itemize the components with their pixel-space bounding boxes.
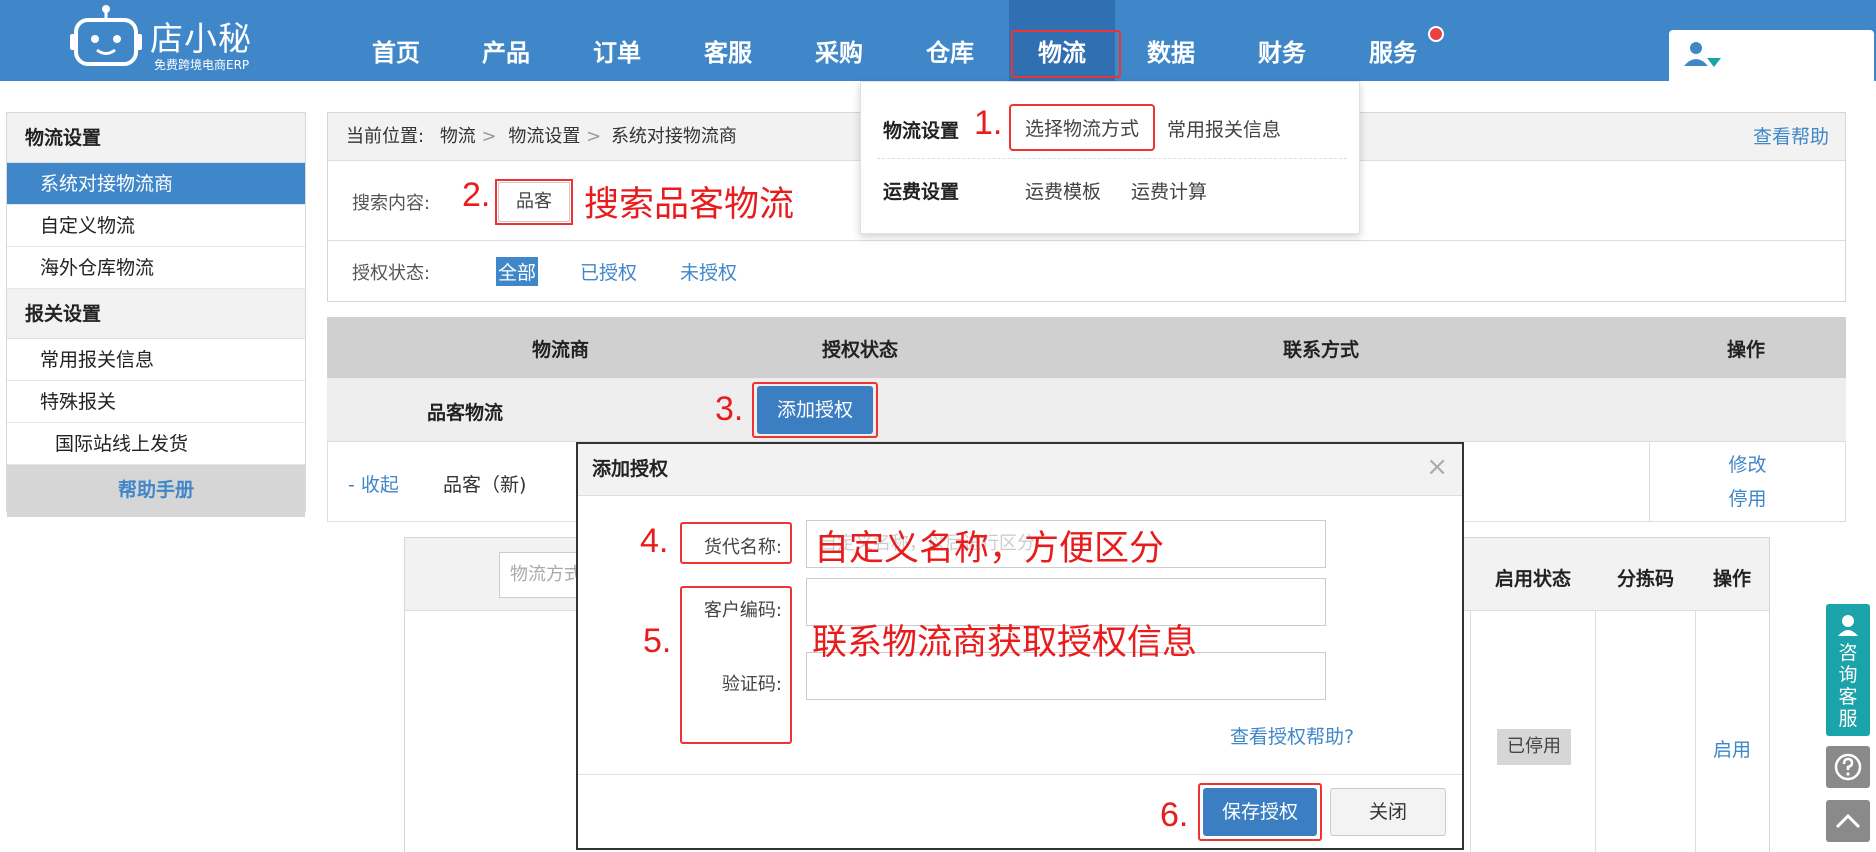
name-annotation: 自定义名称，方便区分 [814,529,1165,568]
nav-logistics[interactable]: 物流 [1009,0,1121,81]
consult-char: 客 [1838,686,1858,708]
sidebar-item-overseas-warehouse[interactable]: 海外仓库物流 [7,247,305,289]
sidebar-item-intl-online[interactable]: 国际站线上发货 [7,423,305,465]
consult-service-button[interactable]: 咨 询 客 服 [1826,604,1870,736]
nav-customer-service[interactable]: 客服 [683,0,773,81]
col-sort-code: 分拣码 [1617,568,1675,590]
carrier-item-name: 品客（新) [443,474,527,496]
dropdown-freight-calc[interactable]: 运费计算 [1131,177,1207,204]
dropdown-divider [877,158,1347,159]
filter-authorized[interactable]: 已授权 [578,257,639,286]
divider [1470,611,1471,852]
brand-logo[interactable]: 店小秘 免费跨境电商ERP [70,4,270,76]
verification-code-label: 验证码: [721,674,782,695]
nav-orders[interactable]: 订单 [572,0,662,81]
step-5-label: 5. [643,622,672,660]
auth-help-link[interactable]: 查看授权帮助? [1230,722,1354,749]
user-icon [1684,42,1721,67]
logistics-dropdown-menu: 物流设置 选择物流方式 常用报关信息 运费设置 运费模板 运费计算 [860,81,1360,234]
dropdown-select-method[interactable]: 选择物流方式 [1008,104,1156,151]
customer-code-label: 客户编码: [703,600,782,621]
sidebar-item-system-carriers[interactable]: 系统对接物流商 [7,163,305,205]
breadcrumb-separator: > [586,126,602,147]
step-4-label: 4. [640,522,669,560]
top-navigation-bar: 店小秘 免费跨境电商ERP 首页 产品 订单 客服 采购 仓库 物流 数据 财务… [0,0,1876,81]
row-actions: 修改 停用 [1649,442,1845,521]
sidebar-section-logistics: 物流设置 [7,113,305,163]
auth-filter-label: 授权状态: [352,263,431,284]
enable-link[interactable]: 启用 [1713,735,1751,762]
step-2-label: 2. [462,176,491,214]
modal-footer: 保存授权 关闭 [578,774,1462,850]
nav-data[interactable]: 数据 [1126,0,1216,81]
dropdown-group-freight: 运费设置 [883,181,960,203]
sidebar-item-custom-logistics[interactable]: 自定义物流 [7,205,305,247]
search-annotation: 搜索品客物流 [584,185,795,224]
col-enable-status: 启用状态 [1495,568,1572,590]
table-header: 物流商 授权状态 联系方式 操作 [327,317,1846,378]
dropdown-customs-info[interactable]: 常用报关信息 [1167,115,1281,142]
sidebar-help-manual[interactable]: 帮助手册 [7,465,305,517]
step-3-label: 3. [715,390,744,428]
nav-home[interactable]: 首页 [351,0,441,81]
robot-logo-icon [70,5,142,66]
brand-tagline: 免费跨境电商ERP [154,58,250,72]
dropdown-group-logistics: 物流设置 [883,120,960,142]
divider [1695,611,1696,852]
col-carrier: 物流商 [532,339,590,361]
close-button[interactable]: 关闭 [1330,788,1446,836]
nav-purchasing[interactable]: 采购 [794,0,884,81]
forwarder-name-label: 货代名称: [703,537,782,558]
carrier-group-name: 品客物流 [427,402,504,424]
modal-title: 添加授权 [578,444,1462,496]
filter-unauthorized[interactable]: 未授权 [678,257,739,286]
add-auth-button[interactable]: 添加授权 [757,386,873,434]
carrier-group-row: 品客物流 添加授权 [327,378,1846,442]
consult-char: 询 [1838,664,1858,686]
col-actions: 操作 [1727,339,1766,361]
filter-all[interactable]: 全部 [496,257,539,286]
user-menu[interactable] [1669,30,1874,81]
help-question-button[interactable] [1826,746,1870,788]
status-badge: 已停用 [1497,729,1571,765]
edit-link[interactable]: 修改 [1650,448,1845,482]
nav-products[interactable]: 产品 [461,0,551,81]
notification-dot [1428,26,1444,42]
breadcrumb-prefix: 当前位置: [346,126,425,147]
auth-filter-row: 授权状态: 全部 已授权 未授权 [328,241,1845,301]
search-input[interactable]: 品客 [495,179,573,225]
breadcrumb-settings[interactable]: 物流设置 [508,126,580,147]
agent-icon [1838,615,1858,636]
consult-char: 服 [1838,708,1858,730]
question-icon [1834,753,1862,781]
close-icon[interactable]: × [1426,452,1448,482]
breadcrumb-separator: > [481,126,497,147]
nav-finance[interactable]: 财务 [1237,0,1327,81]
step-1-label: 1. [974,104,1003,142]
collapse-link[interactable]: - 收起 [348,470,399,497]
sidebar-item-customs-info[interactable]: 常用报关信息 [7,339,305,381]
dropdown-freight-template[interactable]: 运费模板 [1025,177,1101,204]
sidebar: 物流设置 系统对接物流商 自定义物流 海外仓库物流 报关设置 常用报关信息 特殊… [6,112,306,517]
view-help-link[interactable]: 查看帮助 [1753,113,1829,161]
disable-link[interactable]: 停用 [1650,482,1845,516]
nav-services[interactable]: 服务 [1348,0,1438,81]
col-contact: 联系方式 [1283,339,1360,361]
chevron-up-icon [1835,813,1861,829]
back-to-top-button[interactable] [1826,800,1870,842]
search-label: 搜索内容: [352,193,431,214]
sidebar-section-customs: 报关设置 [7,289,305,339]
breadcrumb-current: 系统对接物流商 [610,126,737,147]
breadcrumb-logistics[interactable]: 物流 [440,126,476,147]
col-auth-status: 授权状态 [822,339,899,361]
save-auth-button[interactable]: 保存授权 [1203,788,1317,836]
nav-warehouse[interactable]: 仓库 [905,0,995,81]
contact-annotation: 联系物流商获取授权信息 [812,623,1198,662]
consult-char: 咨 [1838,642,1858,664]
step-6-label: 6. [1160,796,1189,834]
divider [1595,611,1596,852]
col-inner-actions: 操作 [1713,568,1752,590]
brand-name: 店小秘 [150,19,252,58]
sidebar-item-special-customs[interactable]: 特殊报关 [7,381,305,423]
